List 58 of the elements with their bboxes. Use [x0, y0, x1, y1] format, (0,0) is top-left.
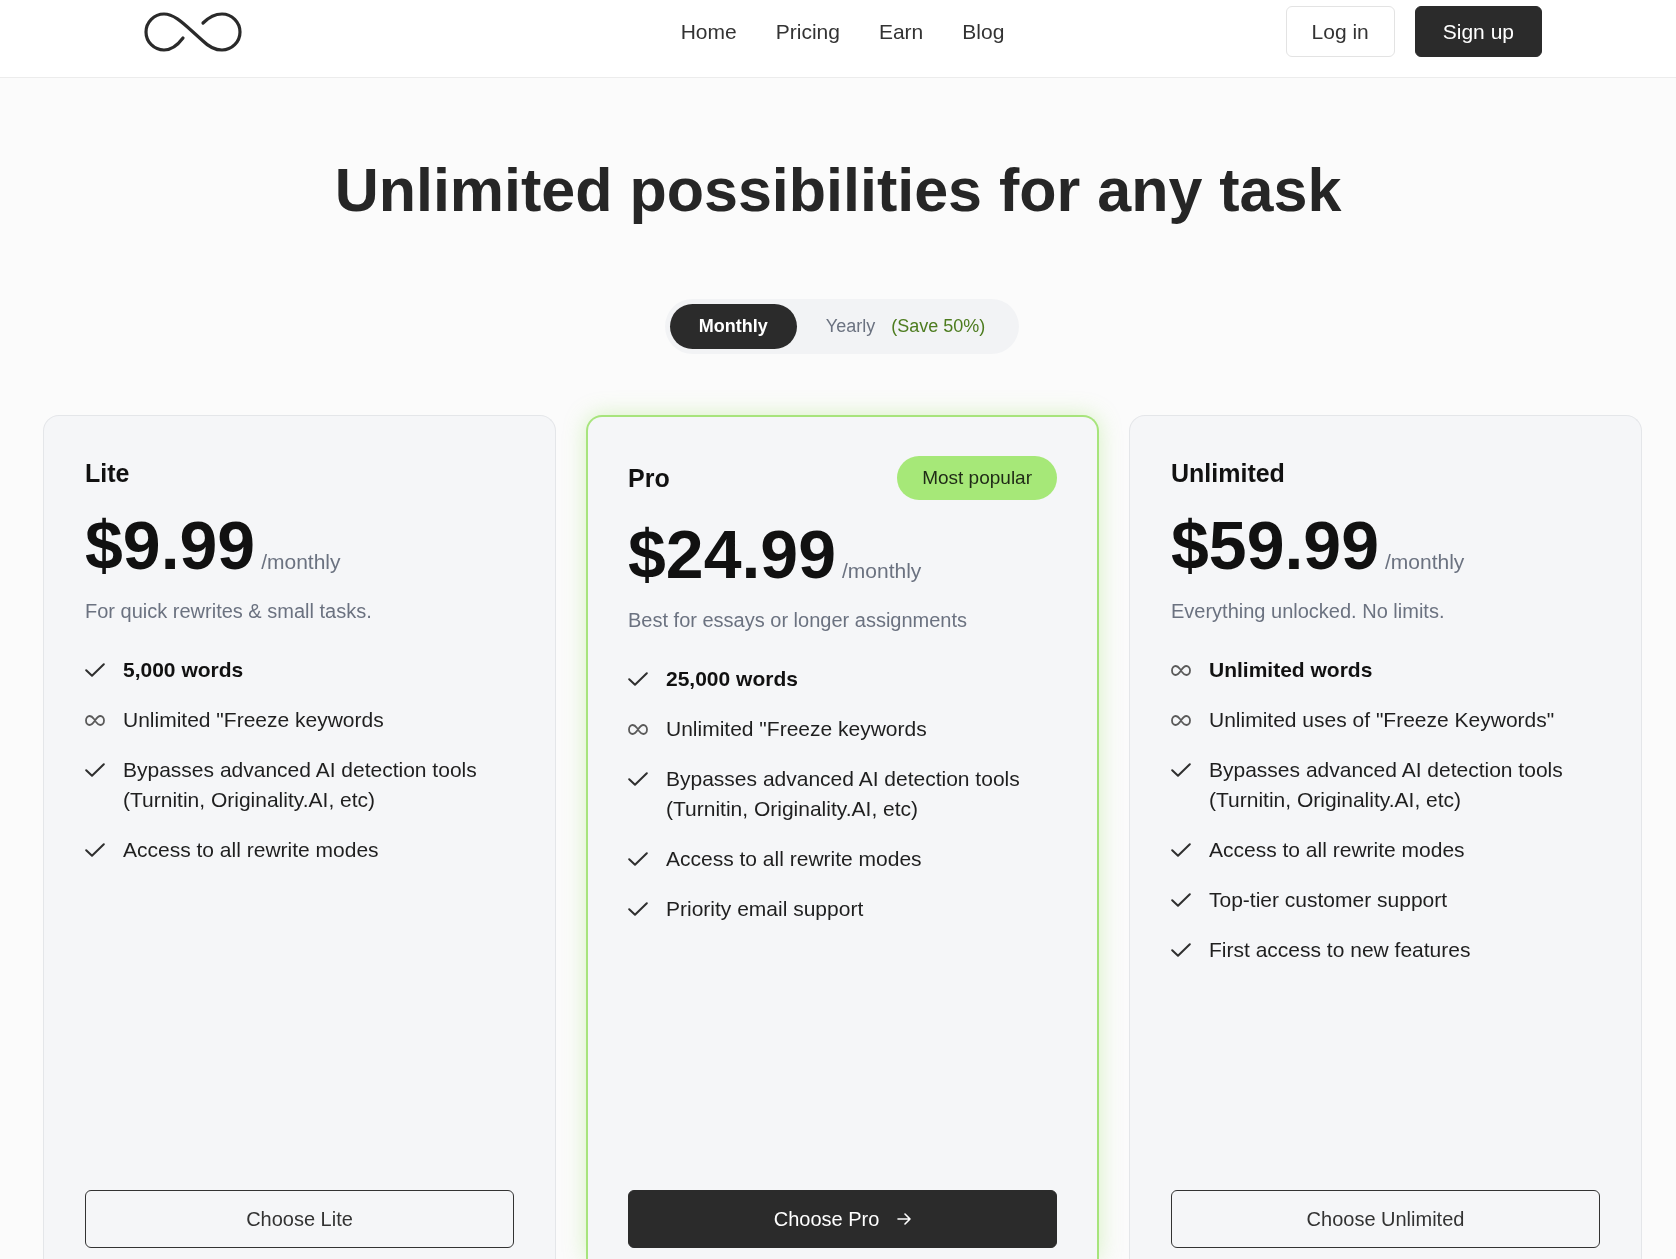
choose-plan-button[interactable]: Choose Lite [85, 1190, 514, 1248]
billing-tab[interactable]: Yearly (Save 50%) [796, 304, 1015, 349]
infinity-icon [1171, 714, 1191, 726]
check-icon [85, 763, 105, 777]
feature-text: First access to new features [1209, 937, 1471, 963]
plan-name: Unlimited [1171, 458, 1285, 489]
sign-up-button[interactable]: Sign up [1414, 6, 1542, 57]
plan-name: Pro [628, 462, 670, 494]
feature-text: Access to all rewrite modes [1209, 837, 1465, 863]
feature-text: Unlimited "Freeze keywords [123, 707, 384, 733]
check-icon [1171, 763, 1191, 777]
price-period: /monthly [1385, 550, 1465, 574]
feature-text: Bypasses advanced AI detection tools (Turnitin, Originality.AI, etc) [123, 757, 478, 813]
choose-plan-button[interactable]: Choose Pro [628, 1190, 1057, 1248]
check-icon [628, 902, 648, 916]
feature-text: Unlimited words [1209, 657, 1373, 683]
plan-name: Lite [85, 458, 130, 489]
feature-text: 5,000 words [123, 657, 244, 683]
check-icon [1171, 943, 1191, 957]
feature-text: Bypasses advanced AI detection tools (Turnitin, Originality.AI, etc) [666, 766, 1021, 822]
feature-text: 25,000 words [666, 666, 798, 692]
check-icon [628, 852, 648, 866]
check-icon [628, 772, 648, 786]
plan-description: Everything unlocked. No limits. [1171, 599, 1446, 624]
plan-price: $59.99 [1171, 511, 1379, 579]
page-title: Unlimited possibilities for any task [333, 155, 1343, 226]
nav-link[interactable]: Earn [878, 18, 924, 45]
arrow-right-icon [897, 1213, 912, 1225]
plan-description: Best for essays or longer assignments [628, 608, 969, 633]
feature-text: Priority email support [666, 896, 864, 922]
check-icon [85, 843, 105, 857]
price-period: /monthly [261, 550, 341, 574]
nav-link[interactable]: Home [680, 18, 737, 45]
price-period: /monthly [842, 559, 922, 583]
plan-description: For quick rewrites & small tasks. [85, 599, 373, 624]
infinity-icon [85, 714, 105, 726]
discount-note: (Save 50%) [891, 316, 986, 337]
feature-text: Top-tier customer support [1209, 887, 1448, 913]
choose-plan-button[interactable]: Choose Unlimited [1171, 1190, 1600, 1248]
infinity-icon [1171, 664, 1191, 676]
infinity-icon [628, 723, 648, 735]
popular-badge: Most popular [897, 456, 1057, 500]
billing-tab[interactable]: Monthly [669, 304, 797, 349]
log-in-button[interactable]: Log in [1285, 6, 1395, 57]
feature-text: Bypasses advanced AI detection tools (Turnitin, Originality.AI, etc) [1209, 757, 1564, 813]
check-icon [85, 663, 105, 677]
nav-link[interactable]: Pricing [775, 18, 840, 45]
feature-text: Access to all rewrite modes [666, 846, 922, 872]
infinity-logo-icon [143, 10, 243, 53]
feature-text: Unlimited "Freeze keywords [666, 716, 927, 742]
plan-price: $24.99 [628, 520, 836, 588]
feature-text: Unlimited uses of "Freeze Keywords" [1209, 707, 1555, 733]
plan-price: $9.99 [85, 511, 256, 579]
check-icon [628, 672, 648, 686]
check-icon [1171, 843, 1191, 857]
nav-link[interactable]: Blog [962, 18, 1005, 45]
feature-text: Access to all rewrite modes [123, 837, 379, 863]
check-icon [1171, 893, 1191, 907]
